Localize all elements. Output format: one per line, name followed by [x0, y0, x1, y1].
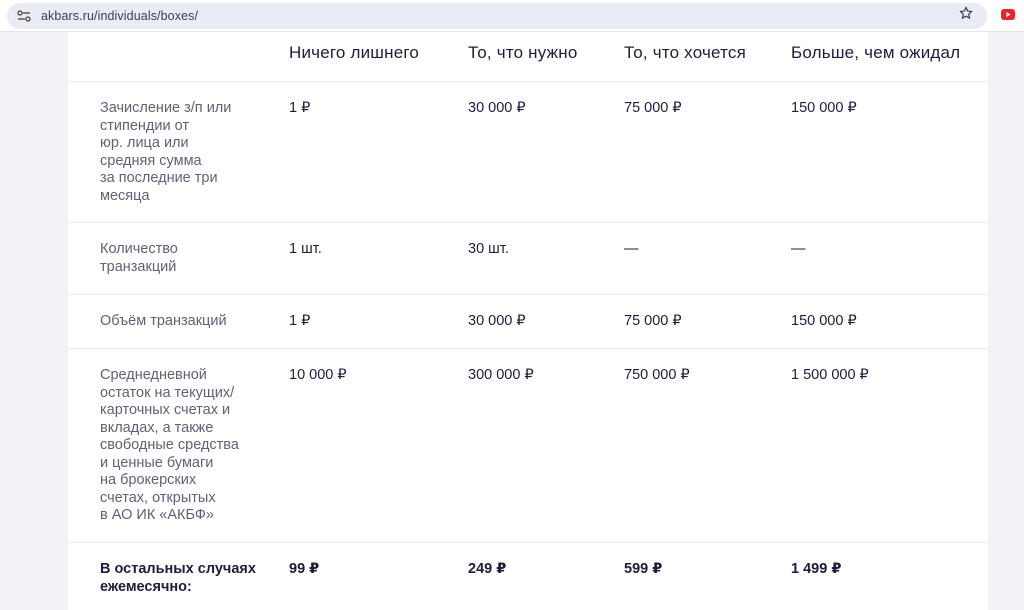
price-cell: 99 ₽: [289, 561, 320, 577]
row-label: Количество транзакций: [100, 241, 178, 275]
price-cell: 1 499 ₽: [791, 561, 842, 577]
table-cell: 1 500 000 ₽: [791, 367, 869, 383]
table-row: Зачисление з/п или стипендии от юр. лица…: [68, 82, 988, 223]
table-cell: 1 шт.: [289, 241, 322, 257]
table-cell: 75 000 ₽: [624, 313, 682, 329]
youtube-extension-icon[interactable]: [1001, 9, 1015, 20]
browser-address-bar: akbars.ru/individuals/boxes/: [0, 0, 1024, 32]
table-cell: 150 000 ₽: [791, 313, 857, 329]
column-header: Больше, чем ожидал: [791, 43, 961, 62]
table-cell: 300 000 ₽: [468, 367, 534, 383]
tariff-table: Ничего лишнего То, что нужно То, что хоч…: [68, 32, 988, 610]
table-cell: 1 ₽: [289, 313, 311, 329]
page-content: Ничего лишнего То, что нужно То, что хоч…: [0, 32, 1024, 610]
price-cell: 599 ₽: [624, 561, 663, 577]
column-header: То, что хочется: [624, 43, 747, 62]
table-cell: 750 000 ₽: [624, 367, 690, 383]
table-cell: 10 000 ₽: [289, 367, 347, 383]
table-header-row: Ничего лишнего То, что нужно То, что хоч…: [68, 32, 988, 82]
table-row: Объём транзакций 1 ₽ 30 000 ₽ 75 000 ₽ 1…: [68, 295, 988, 349]
table-cell: —: [624, 241, 639, 257]
url-omnibox[interactable]: akbars.ru/individuals/boxes/: [7, 3, 987, 29]
url-text[interactable]: akbars.ru/individuals/boxes/: [41, 9, 198, 23]
table-row-total: В остальных случаях ежемесячно: 99 ₽ 249…: [68, 543, 988, 610]
table-cell: 30 шт.: [468, 241, 509, 257]
row-label: Среднедневной остаток на текущих/ карточ…: [100, 367, 239, 523]
row-label: Объём транзакций: [100, 313, 227, 329]
table-cell: 1 ₽: [289, 100, 311, 116]
site-settings-icon[interactable]: [17, 10, 31, 22]
column-header: То, что нужно: [468, 43, 578, 62]
table-row: Среднедневной остаток на текущих/ карточ…: [68, 349, 988, 543]
table-cell: 75 000 ₽: [624, 100, 682, 116]
table-cell: 150 000 ₽: [791, 100, 857, 116]
price-cell: 249 ₽: [468, 561, 507, 577]
table-cell: —: [791, 241, 806, 257]
column-header: Ничего лишнего: [289, 43, 420, 62]
table-cell: 30 000 ₽: [468, 100, 526, 116]
row-label: Зачисление з/п или стипендии от юр. лица…: [100, 100, 232, 204]
bookmark-star-icon[interactable]: [958, 5, 974, 21]
table-cell: 30 000 ₽: [468, 313, 526, 329]
row-label: В остальных случаях ежемесячно:: [100, 561, 256, 595]
table-row: Количество транзакций 1 шт. 30 шт. — —: [68, 223, 988, 295]
